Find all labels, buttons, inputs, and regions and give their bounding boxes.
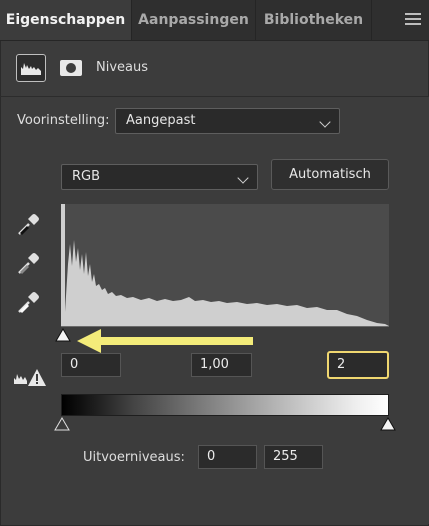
- panel-menu-icon[interactable]: [405, 13, 421, 27]
- input-midtone-field[interactable]: 1,00: [191, 353, 252, 377]
- chevron-down-icon: [319, 116, 331, 128]
- clipping-warning-icon[interactable]: [13, 366, 47, 388]
- levels-histogram-icon[interactable]: [16, 54, 46, 82]
- output-black-slider[interactable]: [54, 417, 70, 431]
- output-white-field[interactable]: 255: [264, 445, 323, 469]
- panel-scrollbar[interactable]: [417, 97, 429, 524]
- preset-label: Voorinstelling:: [17, 113, 110, 128]
- black-point-eyedropper-icon[interactable]: [16, 211, 42, 237]
- input-black-field[interactable]: 0: [61, 353, 121, 377]
- output-black-field[interactable]: 0: [198, 445, 257, 469]
- output-gradient-bar: [61, 394, 389, 416]
- adjustment-title: Niveaus: [96, 60, 149, 75]
- annotation-arrow: [77, 329, 253, 353]
- channel-dropdown[interactable]: RGB: [61, 164, 258, 190]
- preset-dropdown[interactable]: Aangepast: [115, 108, 340, 134]
- levels-histogram: [61, 204, 389, 326]
- panel-tab-bar: Eigenschappen Aanpassingen Bibliotheken: [0, 0, 429, 41]
- tab-aanpassingen[interactable]: Aanpassingen: [132, 0, 256, 40]
- output-levels-label: Uitvoerniveaus:: [83, 450, 185, 465]
- mask-icon[interactable]: [56, 54, 86, 82]
- gray-point-eyedropper-icon[interactable]: [16, 250, 42, 276]
- white-point-eyedropper-icon[interactable]: [16, 289, 42, 315]
- adjustment-header: Niveaus: [0, 40, 429, 97]
- input-black-slider[interactable]: [55, 328, 71, 342]
- tab-eigenschappen[interactable]: Eigenschappen: [0, 0, 132, 40]
- input-white-field[interactable]: 2: [327, 351, 389, 379]
- preset-value: Aangepast: [126, 113, 196, 128]
- tab-bibliotheken[interactable]: Bibliotheken: [256, 0, 372, 40]
- auto-button[interactable]: Automatisch: [271, 159, 389, 190]
- channel-value: RGB: [72, 169, 101, 184]
- output-white-slider[interactable]: [380, 417, 396, 431]
- chevron-down-icon: [237, 172, 249, 184]
